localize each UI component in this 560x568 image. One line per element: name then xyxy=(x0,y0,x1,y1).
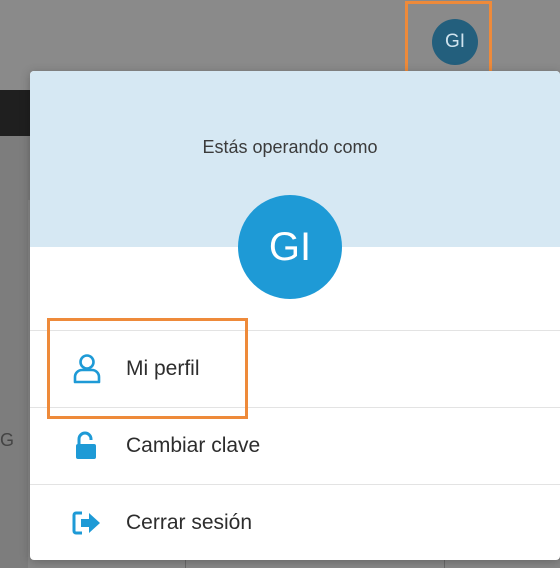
user-menu-avatar: GI xyxy=(238,195,342,299)
screen: G GI Estás operando como GI Mi perfil Ca… xyxy=(0,0,560,568)
menu-item-label: Cambiar clave xyxy=(126,434,261,457)
menu-item-label: Cerrar sesión xyxy=(126,511,253,534)
profile-highlight-box xyxy=(47,318,248,419)
app-partial-text: G xyxy=(0,430,15,450)
logout-icon xyxy=(70,506,104,540)
menu-item-logout[interactable]: Cerrar sesión xyxy=(30,484,560,560)
user-menu-dropdown: Estás operando como GI Mi perfil Cambiar… xyxy=(30,71,560,560)
unlock-icon xyxy=(70,429,104,463)
operating-as-caption: Estás operando como xyxy=(202,137,378,157)
